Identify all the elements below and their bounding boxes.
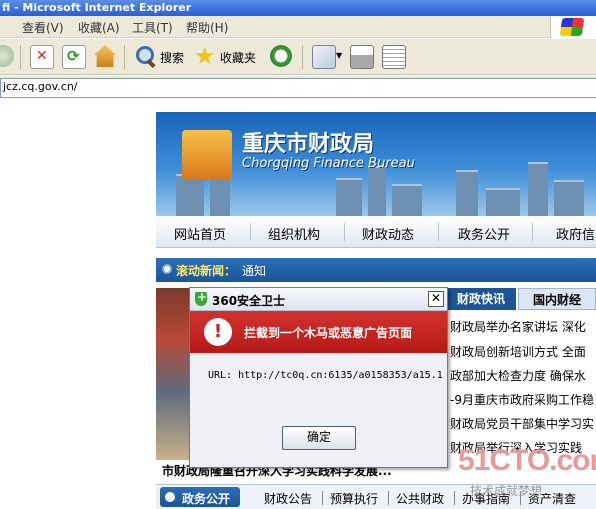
bullet-icon <box>162 264 172 274</box>
menu-favorites[interactable]: 收藏(A) <box>78 19 120 36</box>
title-bar: fi - Microsoft Internet Explorer <box>0 0 596 16</box>
nav-finance-news[interactable]: 财政动态 <box>362 224 414 243</box>
link-finance-notice[interactable]: 财政公告 <box>264 490 312 507</box>
tab-domestic-finance[interactable]: 国内财经 <box>518 288 596 310</box>
watermark-slogan: 技术成就梦想 <box>470 484 543 498</box>
nav-government-info[interactable]: 政府信 <box>556 224 595 243</box>
shield-icon <box>195 290 207 306</box>
link-public-finance[interactable]: 公共财政 <box>396 490 444 507</box>
bullet-icon <box>165 492 175 502</box>
tab-finance-express[interactable]: 财政快讯 <box>446 288 516 310</box>
nav-home[interactable]: 网站首页 <box>174 224 226 243</box>
mail-button[interactable]: ▼ <box>312 45 342 69</box>
site-nav: 网站首页 组织机构 财政动态 政务公开 政府信 <box>156 216 596 248</box>
menu-view[interactable]: 查看(V) <box>22 19 64 36</box>
favorites-button[interactable]: ★ 收藏夹 <box>194 42 260 70</box>
stop-button[interactable]: ✕ <box>30 45 54 69</box>
news-item[interactable]: 财政局举办名家讲坛 深化 <box>450 318 586 335</box>
watermark: 51CTO.com 技术成就梦想 <box>458 444 596 504</box>
site-banner: 重庆市财政局 Chorgqing Finance Bureau <box>156 112 596 216</box>
ok-button[interactable]: 确定 <box>282 426 356 450</box>
mail-icon <box>312 45 336 69</box>
search-button[interactable]: 搜索 <box>134 45 186 69</box>
scrolling-news-bar: 滚动新闻： 通知 <box>156 258 596 282</box>
bureau-logo <box>182 130 232 180</box>
home-icon <box>94 45 116 67</box>
security-alert-dialog: 360安全卫士 ✕ ! 拦截到一个木马或恶意广告页面 URL: http://t… <box>189 287 448 468</box>
news-tabs: 财政快讯 国内财经 <box>446 288 596 310</box>
nav-public-affairs[interactable]: 政务公开 <box>458 224 510 243</box>
nav-organization[interactable]: 组织机构 <box>268 224 320 243</box>
dialog-title-bar: 360安全卫士 ✕ <box>190 288 447 311</box>
forward-arrow-icon <box>0 45 14 67</box>
address-bar: jcz.cq.gov.cn/ <box>0 76 596 98</box>
print-button[interactable] <box>350 45 374 69</box>
toolbar: ✕ ⟳ 搜索 ★ 收藏夹 ▼ <box>0 39 596 75</box>
menu-tools[interactable]: 工具(T) <box>132 19 173 36</box>
news-item[interactable]: -9月重庆市政府采购工作稳 <box>450 391 594 408</box>
address-input[interactable]: jcz.cq.gov.cn/ <box>0 78 596 98</box>
search-label: 搜索 <box>160 51 185 65</box>
site-title: 重庆市财政局 <box>242 131 375 157</box>
blocked-url: URL: http://tc0q.cn:6135/a0158353/a15.1 <box>208 370 443 381</box>
watermark-logo: 51CTO.com <box>458 444 596 477</box>
scrolling-news-label: 滚动新闻： <box>176 264 237 278</box>
address-url: jcz.cq.gov.cn/ <box>3 80 78 93</box>
site-subtitle: Chorgqing Finance Bureau <box>242 156 415 171</box>
window-title: fi - Microsoft Internet Explorer <box>2 1 192 14</box>
refresh-icon: ⟳ <box>62 45 86 69</box>
news-list: 财政局举办名家讲坛 深化 财政局创新培训方式 全面 政部加大检查力度 确保水 -… <box>446 310 596 460</box>
history-icon <box>270 45 292 67</box>
refresh-button[interactable]: ⟳ <box>62 45 86 69</box>
edit-button[interactable] <box>382 45 406 69</box>
edit-page-icon <box>382 45 406 69</box>
search-icon <box>134 45 156 69</box>
news-item[interactable]: 财政局创新培训方式 全面 <box>450 343 586 360</box>
home-button[interactable] <box>94 45 118 69</box>
printer-icon <box>350 45 374 69</box>
news-photo[interactable] <box>156 288 190 460</box>
alert-message: 拦截到一个木马或恶意广告页面 <box>244 326 413 340</box>
dialog-title: 360安全卫士 <box>212 294 286 308</box>
chevron-down-icon: ▼ <box>336 51 343 60</box>
news-item[interactable]: 政部加大检查力度 确保水 <box>450 367 586 384</box>
menu-help[interactable]: 帮助(H) <box>186 19 228 36</box>
public-affairs-title: 政务公开 <box>182 492 231 506</box>
forward-button[interactable] <box>0 45 14 69</box>
windows-logo-icon <box>550 16 596 38</box>
scrolling-news-text[interactable]: 通知 <box>242 262 266 279</box>
link-budget-execution[interactable]: 预算执行 <box>330 490 378 507</box>
news-item[interactable]: 财政局党员干部集中学习实 <box>450 415 594 432</box>
alert-banner: ! 拦截到一个木马或恶意广告页面 <box>190 311 447 353</box>
close-button[interactable]: ✕ <box>428 291 444 307</box>
star-icon: ★ <box>194 42 216 70</box>
warning-icon: ! <box>204 318 232 346</box>
history-button[interactable] <box>270 45 294 69</box>
stop-icon: ✕ <box>30 45 54 69</box>
menu-bar: 查看(V) 收藏(A) 工具(T) 帮助(H) <box>0 16 596 38</box>
public-affairs-header: 政务公开 <box>160 487 240 507</box>
favorites-label: 收藏夹 <box>220 51 257 65</box>
